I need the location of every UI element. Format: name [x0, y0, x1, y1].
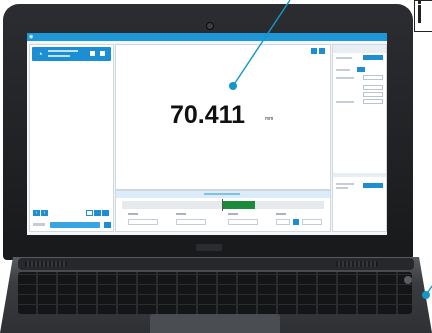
- stat-toggle[interactable]: [293, 219, 299, 225]
- field-label: [33, 223, 45, 226]
- keyboard-callout-line: [425, 285, 432, 296]
- stat-label-min: [128, 213, 138, 215]
- measurement-display: 70.411 mm: [115, 44, 331, 190]
- settings-label: [336, 187, 348, 189]
- device-detail-line: [48, 55, 70, 57]
- settings-mode-button[interactable]: [363, 55, 383, 60]
- field-action-button[interactable]: [104, 222, 111, 228]
- device-card[interactable]: ◔: [32, 47, 111, 61]
- tolerance-bar-fill: [223, 201, 256, 209]
- settings-apply-button[interactable]: [363, 183, 383, 188]
- device-select-field[interactable]: [50, 222, 100, 228]
- info-icon-stem: [418, 5, 424, 23]
- device-list-panel: ◔ ‹ ›: [29, 44, 114, 232]
- settings-input[interactable]: [363, 99, 383, 104]
- stat-label-max: [228, 213, 238, 215]
- measurement-value: 70.411: [170, 101, 246, 129]
- stat-extra: [302, 219, 322, 225]
- measurement-unit: mm: [265, 116, 274, 122]
- stat-value-mean: [176, 219, 206, 225]
- speaker-grille-right: [336, 261, 378, 267]
- settings-label: [336, 69, 350, 71]
- webcam: [206, 22, 214, 30]
- nav-prev-button[interactable]: ‹: [33, 210, 40, 216]
- settings-input[interactable]: [363, 75, 383, 80]
- info-icon: [418, 1, 421, 4]
- view-toggle-button-1[interactable]: [86, 210, 93, 216]
- touchpad: [150, 314, 280, 333]
- settings-input[interactable]: [363, 92, 383, 97]
- display-option-button-1[interactable]: [311, 48, 317, 54]
- gauge-device-icon: ◔: [37, 49, 43, 59]
- settings-toggle[interactable]: [357, 67, 365, 72]
- tolerance-header: [116, 191, 330, 198]
- view-toggle-button-3[interactable]: [102, 210, 109, 216]
- stat-label-range: [276, 213, 286, 215]
- laptop-screen: ◉ ◔ ‹ › 70.411 mm: [27, 33, 387, 235]
- settings-header: [333, 45, 386, 53]
- tolerance-title: [204, 193, 240, 195]
- device-settings-button[interactable]: [90, 51, 95, 56]
- laptop-logo: [196, 244, 222, 251]
- settings-label: [336, 57, 352, 59]
- tolerance-bar: [122, 199, 324, 211]
- stat-value-min: [128, 219, 158, 225]
- settings-label: [336, 183, 354, 185]
- callout-label-box: [414, 0, 432, 32]
- nav-next-button[interactable]: ›: [41, 210, 48, 216]
- settings-label: [336, 101, 354, 103]
- settings-label: [336, 77, 354, 79]
- tolerance-panel: [115, 190, 331, 232]
- stat-label-mean: [176, 213, 186, 215]
- device-name-line: [48, 50, 78, 52]
- app-logo-icon: ◉: [29, 34, 34, 40]
- app-titlebar: ◉: [27, 33, 387, 41]
- stat-value-range: [276, 219, 290, 225]
- tolerance-center-line: [222, 199, 223, 211]
- power-button: [404, 276, 412, 284]
- device-remove-button[interactable]: [100, 51, 105, 56]
- speaker-grille-left: [25, 261, 67, 267]
- settings-subheader: [333, 173, 386, 177]
- keyboard: [18, 272, 412, 314]
- stat-value-max: [228, 219, 258, 225]
- view-toggle-button-2[interactable]: [94, 210, 101, 216]
- settings-input[interactable]: [363, 85, 383, 90]
- settings-panel: [332, 44, 387, 232]
- display-option-button-2[interactable]: [319, 48, 325, 54]
